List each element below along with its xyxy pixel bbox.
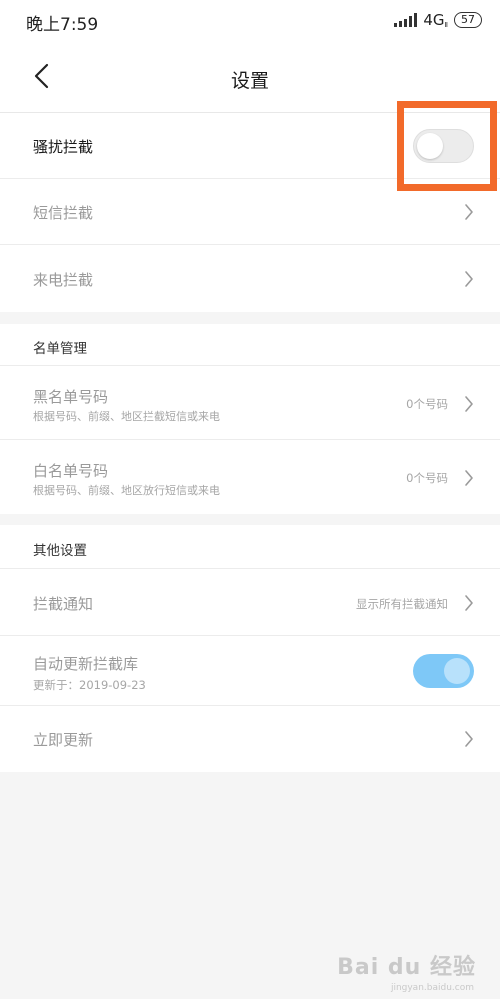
intercept-notification-label: 拦截通知 xyxy=(33,595,94,613)
auto-update-toggle[interactable] xyxy=(413,654,474,688)
chevron-right-icon xyxy=(465,396,473,412)
auto-update-label: 自动更新拦截库 xyxy=(33,655,139,673)
status-bar: 晚上7:59 4GⅡ 57 xyxy=(0,0,500,44)
chevron-right-icon xyxy=(465,731,473,747)
page-title: 设置 xyxy=(230,70,269,92)
signal-icon xyxy=(394,13,418,27)
whitelist-count: 0个号码 xyxy=(406,471,448,485)
list-management-header: 名单管理 xyxy=(0,324,500,366)
intercept-notification-row[interactable]: 拦截通知 显示所有拦截通知 xyxy=(0,569,500,636)
sms-intercept-label: 短信拦截 xyxy=(33,204,94,222)
other-settings-section: 其他设置 拦截通知 显示所有拦截通知 自动更新拦截库 更新于：2019-09-2… xyxy=(0,525,500,772)
section-header: 名单管理 xyxy=(33,341,87,357)
update-now-row[interactable]: 立即更新 xyxy=(0,706,500,772)
intercept-notification-value: 显示所有拦截通知 xyxy=(356,597,448,611)
highlight-annotation-box xyxy=(397,101,497,191)
watermark-url: jingyan.baidu.com xyxy=(390,983,474,993)
section-header: 其他设置 xyxy=(33,543,87,559)
call-intercept-label: 来电拦截 xyxy=(33,271,94,289)
update-now-label: 立即更新 xyxy=(33,731,94,749)
network-type: 4GⅡ xyxy=(423,11,448,29)
auto-update-row[interactable]: 自动更新拦截库 更新于：2019-09-23 xyxy=(0,636,500,706)
whitelist-row[interactable]: 白名单号码 根据号码、前缀、地区放行短信或来电 0个号码 xyxy=(0,440,500,514)
toggle-knob xyxy=(444,658,470,684)
watermark-logo: Bai du 经验 xyxy=(337,955,476,980)
blacklist-row[interactable]: 黑名单号码 根据号码、前缀、地区拦截短信或来电 0个号码 xyxy=(0,366,500,440)
battery-icon: 57 xyxy=(454,12,482,28)
other-settings-header: 其他设置 xyxy=(0,525,500,569)
chevron-right-icon xyxy=(465,470,473,486)
whitelist-description: 根据号码、前缀、地区放行短信或来电 xyxy=(33,484,220,497)
status-indicators: 4GⅡ 57 xyxy=(394,11,482,29)
blacklist-count: 0个号码 xyxy=(406,397,448,411)
call-intercept-row[interactable]: 来电拦截 xyxy=(0,245,500,312)
list-management-section: 名单管理 黑名单号码 根据号码、前缀、地区拦截短信或来电 0个号码 白名单号码 … xyxy=(0,324,500,514)
harassment-intercept-label: 骚扰拦截 xyxy=(33,138,94,156)
top-area: 晚上7:59 4GⅡ 57 设置 xyxy=(0,0,500,113)
status-time: 晚上7:59 xyxy=(26,15,99,35)
chevron-right-icon xyxy=(465,271,473,287)
chevron-right-icon xyxy=(465,204,473,220)
whitelist-label: 白名单号码 xyxy=(33,462,109,480)
chevron-right-icon xyxy=(465,595,473,611)
blacklist-description: 根据号码、前缀、地区拦截短信或来电 xyxy=(33,410,220,423)
auto-update-date: 更新于：2019-09-23 xyxy=(33,678,146,692)
blacklist-label: 黑名单号码 xyxy=(33,388,109,406)
